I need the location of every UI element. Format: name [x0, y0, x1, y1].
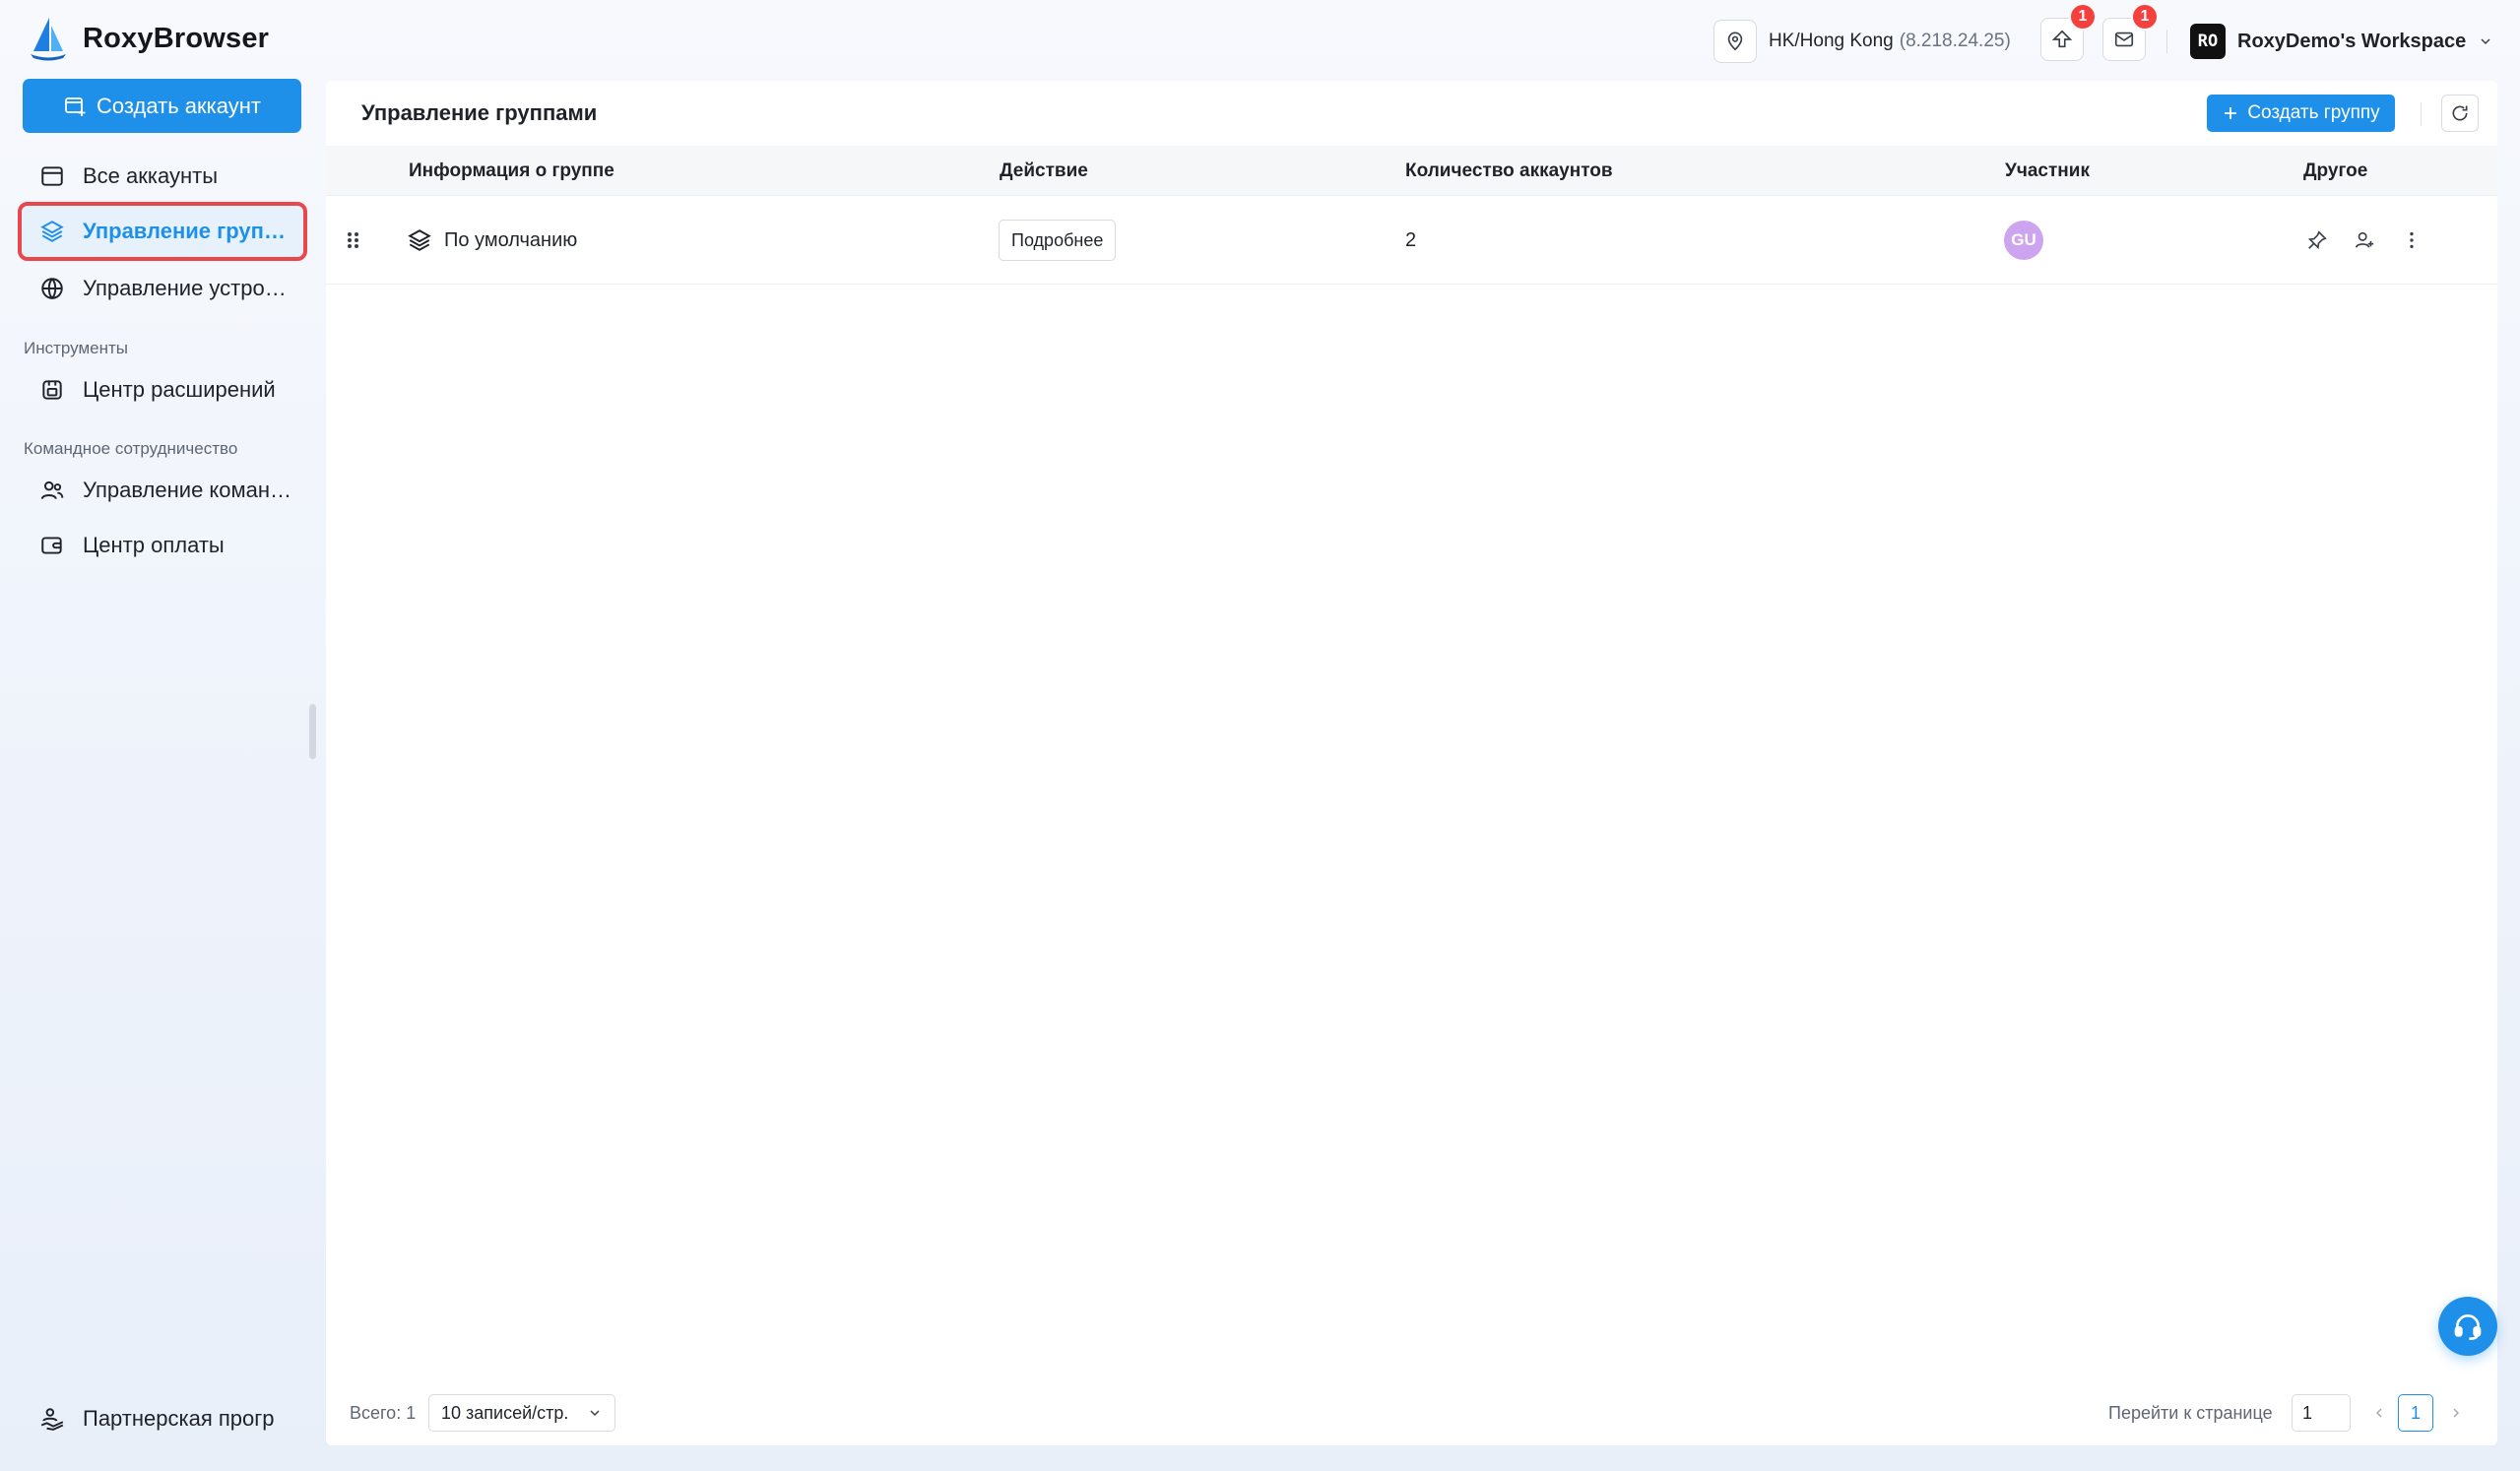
next-page-button[interactable] — [2441, 1398, 2471, 1428]
member-cell: GU — [2004, 196, 2043, 285]
create-account-label: Создать аккаунт — [97, 93, 261, 118]
create-group-button[interactable]: Создать группу — [2207, 95, 2395, 132]
current-page-button[interactable]: 1 — [2398, 1394, 2433, 1432]
sidebar-item-label: Управление командой — [83, 478, 295, 502]
location-pin-icon — [1713, 20, 1757, 63]
chevron-down-icon — [2481, 38, 2490, 45]
messages-button[interactable]: 1 — [2102, 3, 2159, 61]
layers-icon — [40, 221, 64, 242]
sidebar-item-label: Все аккаунты — [83, 163, 219, 188]
ip-location[interactable]: HK/Hong Kong (8.218.24.25) — [1713, 20, 2011, 63]
sidebar-item-label: Центр расширений — [83, 377, 276, 402]
partner-icon — [40, 1408, 64, 1431]
sidebar-scrollbar[interactable] — [309, 704, 316, 759]
sidebar-item-device-management[interactable]: Управление устройствами — [22, 263, 303, 314]
ip-address: (8.218.24.25) — [1899, 31, 2011, 51]
action-cell: Подробнее — [999, 196, 1117, 285]
sidebar-item-billing-center[interactable]: Центр оплаты — [22, 520, 303, 571]
mail-icon — [2114, 32, 2134, 47]
upgrade-icon — [2051, 30, 2073, 48]
team-icon — [40, 480, 64, 500]
page-size-value: 10 записей/стр. — [441, 1402, 569, 1423]
group-info-cell: По умолчанию — [407, 196, 577, 285]
roxybrowser-logo — [28, 16, 69, 61]
sidebar-item-team-management[interactable]: Управление командой — [22, 465, 303, 516]
header-divider — [2166, 30, 2167, 53]
toolbar-divider — [2421, 102, 2422, 126]
column-header-other: Другое — [2303, 160, 2368, 181]
drag-handle-icon — [348, 232, 358, 248]
add-user-icon — [2355, 231, 2374, 248]
support-button[interactable] — [2438, 1297, 2497, 1356]
more-vertical-icon — [2410, 231, 2414, 249]
section-tools: Инструменты — [24, 339, 129, 357]
upgrade-badge: 1 — [2069, 3, 2097, 31]
table-row: По умолчанию Подробнее 2 GU — [326, 196, 2497, 285]
sidebar-item-label: Управление устройствами — [83, 276, 295, 300]
workspace-switcher[interactable]: RO RoxyDemo's Workspace — [2190, 20, 2493, 63]
workspace-name: RoxyDemo's Workspace — [2237, 30, 2467, 52]
sidebar-item-extension-center[interactable]: Центр расширений — [22, 364, 303, 416]
goto-page-input[interactable]: 1 — [2292, 1394, 2351, 1432]
sidebar-item-partner-program[interactable]: Партнерская прогр — [22, 1393, 303, 1444]
column-header-member: Участник — [2005, 160, 2090, 181]
refresh-button[interactable] — [2441, 95, 2479, 132]
headset-icon — [2454, 1314, 2482, 1340]
sidebar-item-label: Центр оплаты — [83, 533, 225, 557]
add-window-icon — [65, 96, 86, 116]
chevron-right-icon — [2453, 1408, 2460, 1418]
refresh-icon — [2452, 105, 2468, 121]
page-title: Управление группами — [361, 100, 598, 125]
sidebar-item-label: Партнерская прогр — [83, 1406, 275, 1431]
column-header-account-count: Количество аккаунтов — [1405, 160, 1613, 181]
plus-icon — [2225, 107, 2237, 119]
account-count: 2 — [1405, 228, 1417, 251]
add-member-button[interactable] — [2351, 226, 2378, 254]
upgrade-button[interactable]: 1 — [2040, 3, 2097, 61]
browser-window-icon — [41, 166, 63, 186]
table-header: Информация о группе Действие Количество … — [326, 146, 2497, 196]
brand: RoxyBrowser — [28, 16, 269, 61]
group-name: По умолчанию — [444, 228, 578, 251]
extension-icon — [42, 380, 62, 400]
more-options-button[interactable] — [2398, 226, 2425, 254]
previous-page-button[interactable] — [2364, 1398, 2394, 1428]
pin-icon — [2307, 230, 2327, 250]
top-bar: RoxyBrowser HK/Hong Kong (8.218.24.25) 1 … — [0, 0, 2520, 79]
page-size-select[interactable]: 10 записей/стр. — [428, 1394, 615, 1432]
goto-page-label: Перейти к странице — [2108, 1402, 2273, 1423]
member-avatar[interactable]: GU — [2004, 221, 2043, 260]
total-count: Всего: 1 — [350, 1402, 417, 1423]
sidebar-item-label: Управление группами — [83, 219, 295, 243]
drag-handle[interactable] — [346, 196, 361, 285]
create-account-button[interactable]: Создать аккаунт — [23, 79, 301, 133]
mail-badge: 1 — [2131, 3, 2159, 31]
other-actions-cell — [2303, 196, 2425, 285]
globe-icon — [41, 278, 63, 300]
chevron-left-icon — [2375, 1408, 2382, 1418]
location-text: HK/Hong Kong — [1769, 31, 1894, 51]
create-group-label: Создать группу — [2247, 102, 2380, 123]
sidebar-item-group-management[interactable]: Управление группами — [18, 202, 307, 261]
layers-icon — [408, 229, 431, 251]
pin-button[interactable] — [2303, 226, 2331, 254]
wallet-icon — [41, 537, 62, 554]
section-team: Командное сотрудничество — [24, 439, 238, 458]
workspace-avatar: RO — [2190, 24, 2226, 59]
column-header-action: Действие — [1000, 160, 1088, 181]
sidebar-item-all-accounts[interactable]: Все аккаунты — [22, 151, 303, 202]
group-management-panel: Управление группами Создать группу Инфор… — [326, 81, 2497, 1445]
app-name: RoxyBrowser — [83, 22, 270, 54]
chevron-down-icon — [590, 1410, 600, 1417]
details-button[interactable]: Подробнее — [999, 220, 1117, 261]
column-header-group-info: Информация о группе — [409, 160, 614, 181]
